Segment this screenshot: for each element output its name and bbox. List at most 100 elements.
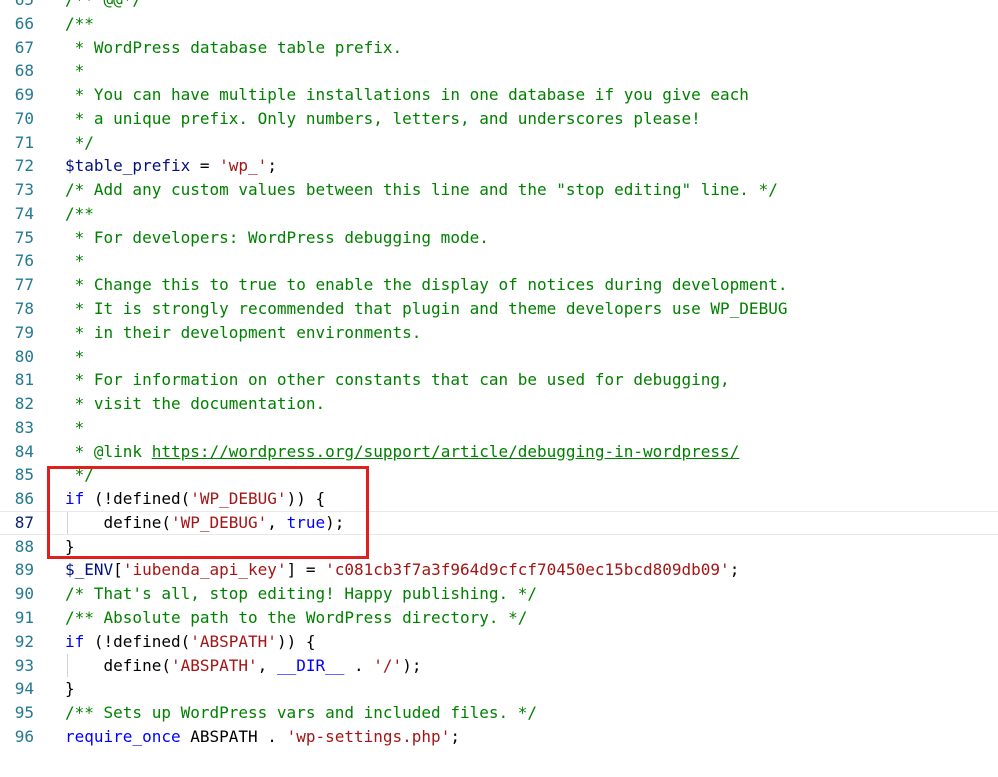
code-token: define( <box>65 655 171 675</box>
code-text: * <box>65 59 85 83</box>
code-token: . <box>344 655 374 675</box>
code-token: 'WP_DEBUG' <box>170 512 268 532</box>
code-token: )) { <box>286 489 326 509</box>
line-number: 79 <box>14 322 34 342</box>
code-token: (!defined( <box>84 489 191 509</box>
code-line[interactable]: 65 /** @@*/ <box>0 0 998 12</box>
code-token: */ <box>65 465 94 485</box>
code-token: * For information on other constants tha… <box>65 370 730 390</box>
code-token: * visit the documentation. <box>65 394 326 414</box>
line-number: 90 <box>14 584 34 604</box>
code-line[interactable]: 74 /** <box>0 202 998 226</box>
line-number: 74 <box>14 203 34 223</box>
code-text: /** <box>65 202 94 226</box>
code-text: * Change this to true to enable the disp… <box>65 273 788 297</box>
code-text: /* Add any custom values between this li… <box>65 178 778 202</box>
code-token: ] = <box>286 560 326 580</box>
code-token: ; <box>729 560 740 580</box>
code-text: /* That's all, stop editing! Happy publi… <box>65 582 537 606</box>
code-token: /** <box>65 13 94 33</box>
code-token: 'WP_DEBUG' <box>190 489 287 509</box>
code-token: if <box>65 489 85 509</box>
code-line[interactable]: 82 * visit the documentation. <box>0 392 998 416</box>
code-token: ; <box>450 726 460 746</box>
code-line[interactable]: 84 * @link https://wordpress.org/support… <box>0 440 998 464</box>
code-text: * in their development environments. <box>65 321 422 345</box>
code-token: /** @@*/ <box>65 0 142 9</box>
line-number: 86 <box>14 489 34 509</box>
line-number: 73 <box>14 180 34 200</box>
code-line[interactable]: 85 */ <box>0 463 998 487</box>
code-line[interactable]: 87 define('WP_DEBUG', true); <box>0 510 998 535</box>
code-text: * <box>65 249 85 273</box>
code-token: } <box>65 679 75 699</box>
code-token: 'wp-settings.php' <box>286 726 451 746</box>
code-token: * WordPress database table prefix. <box>65 37 403 57</box>
code-line[interactable]: 89 $_ENV['iubenda_api_key'] = 'c081cb3f7a… <box>0 558 998 582</box>
code-line[interactable]: 93 define('ABSPATH', __DIR__ . '/'); <box>0 654 998 678</box>
code-text: * a unique prefix. Only numbers, letters… <box>65 107 701 131</box>
code-line[interactable]: 83 * <box>0 416 998 440</box>
code-line[interactable]: 79 * in their development environments. <box>0 321 998 345</box>
code-text: } <box>65 535 75 559</box>
code-text: * For developers: WordPress debugging mo… <box>65 226 489 250</box>
code-line[interactable]: 86 if (!defined('WP_DEBUG')) { <box>0 487 998 511</box>
code-token: $_ENV <box>65 560 114 580</box>
line-number: 92 <box>14 631 34 651</box>
code-token: require_once <box>65 726 181 746</box>
code-text: if (!defined('WP_DEBUG')) { <box>65 487 325 511</box>
code-line[interactable]: 69 * You can have multiple installations… <box>0 83 998 107</box>
code-text: * <box>65 345 85 369</box>
code-line[interactable]: 72 $table_prefix = 'wp_'; <box>0 154 998 178</box>
code-line[interactable]: 70 * a unique prefix. Only numbers, lett… <box>0 107 998 131</box>
code-line[interactable]: 75 * For developers: WordPress debugging… <box>0 226 998 250</box>
code-text: * visit the documentation. <box>65 392 325 416</box>
code-token: /* That's all, stop editing! Happy publi… <box>65 584 538 604</box>
code-token: )) { <box>276 631 316 651</box>
code-line[interactable]: 90 /* That's all, stop editing! Happy pub… <box>0 582 998 606</box>
line-number: 70 <box>14 108 34 128</box>
code-line[interactable]: 77 * Change this to true to enable the d… <box>0 273 998 297</box>
code-line[interactable]: 67 * WordPress database table prefix. <box>0 36 998 60</box>
doc-link[interactable]: https://wordpress.org/support/article/de… <box>152 442 740 461</box>
code-line[interactable]: 66 /** <box>0 12 998 36</box>
code-token: * @link <box>65 441 152 461</box>
code-token: */ <box>65 132 94 152</box>
code-line[interactable]: 71 */ <box>0 131 998 155</box>
code-token: * in their development environments. <box>65 322 422 342</box>
code-text: } <box>65 677 75 701</box>
line-number: 71 <box>14 132 34 152</box>
code-line[interactable]: 68 * <box>0 59 998 83</box>
code-line[interactable]: 76 * <box>0 249 998 273</box>
code-line[interactable]: 81 * For information on other constants … <box>0 368 998 392</box>
code-line[interactable]: 92 if (!defined('ABSPATH')) { <box>0 630 998 654</box>
code-line[interactable]: 91 /** Absolute path to the WordPress dir… <box>0 606 998 630</box>
code-text: define('WP_DEBUG', true); <box>65 512 345 534</box>
line-number: 81 <box>14 370 34 390</box>
line-number: 76 <box>14 251 34 271</box>
code-token: 'ABSPATH' <box>190 631 277 651</box>
code-line[interactable]: 78 * It is strongly recommended that plu… <box>0 297 998 321</box>
code-text: /** @@*/ <box>65 0 142 12</box>
code-line[interactable]: 96 require_once ABSPATH . 'wp-settings.ph… <box>0 725 998 749</box>
code-text: /** Absolute path to the WordPress direc… <box>65 606 527 630</box>
code-token: (!defined( <box>84 631 191 651</box>
code-line[interactable]: 94} <box>0 677 998 701</box>
code-token: , <box>267 512 287 532</box>
code-token: * For developers: WordPress debugging mo… <box>65 227 489 247</box>
code-editor[interactable]: 65 /** @@*/ 66 /** 67 * WordPress database t… <box>0 0 998 777</box>
code-line[interactable]: 95 /** Sets up WordPress vars and include… <box>0 701 998 725</box>
line-number: 66 <box>14 13 34 33</box>
code-text: $table_prefix = 'wp_'; <box>65 154 277 178</box>
line-number: 88 <box>14 536 34 556</box>
code-text: if (!defined('ABSPATH')) { <box>65 630 315 654</box>
line-number: 87 <box>14 512 34 532</box>
line-number: 83 <box>14 417 34 437</box>
code-line[interactable]: 73 /* Add any custom values between this … <box>0 178 998 202</box>
line-number: 75 <box>14 227 34 247</box>
code-text: * @link https://wordpress.org/support/ar… <box>65 440 740 464</box>
code-line[interactable]: 80 * <box>0 345 998 369</box>
code-line[interactable]: 88} <box>0 535 998 559</box>
code-text: require_once ABSPATH . 'wp-settings.php'… <box>65 725 460 749</box>
code-token: , <box>257 655 277 675</box>
